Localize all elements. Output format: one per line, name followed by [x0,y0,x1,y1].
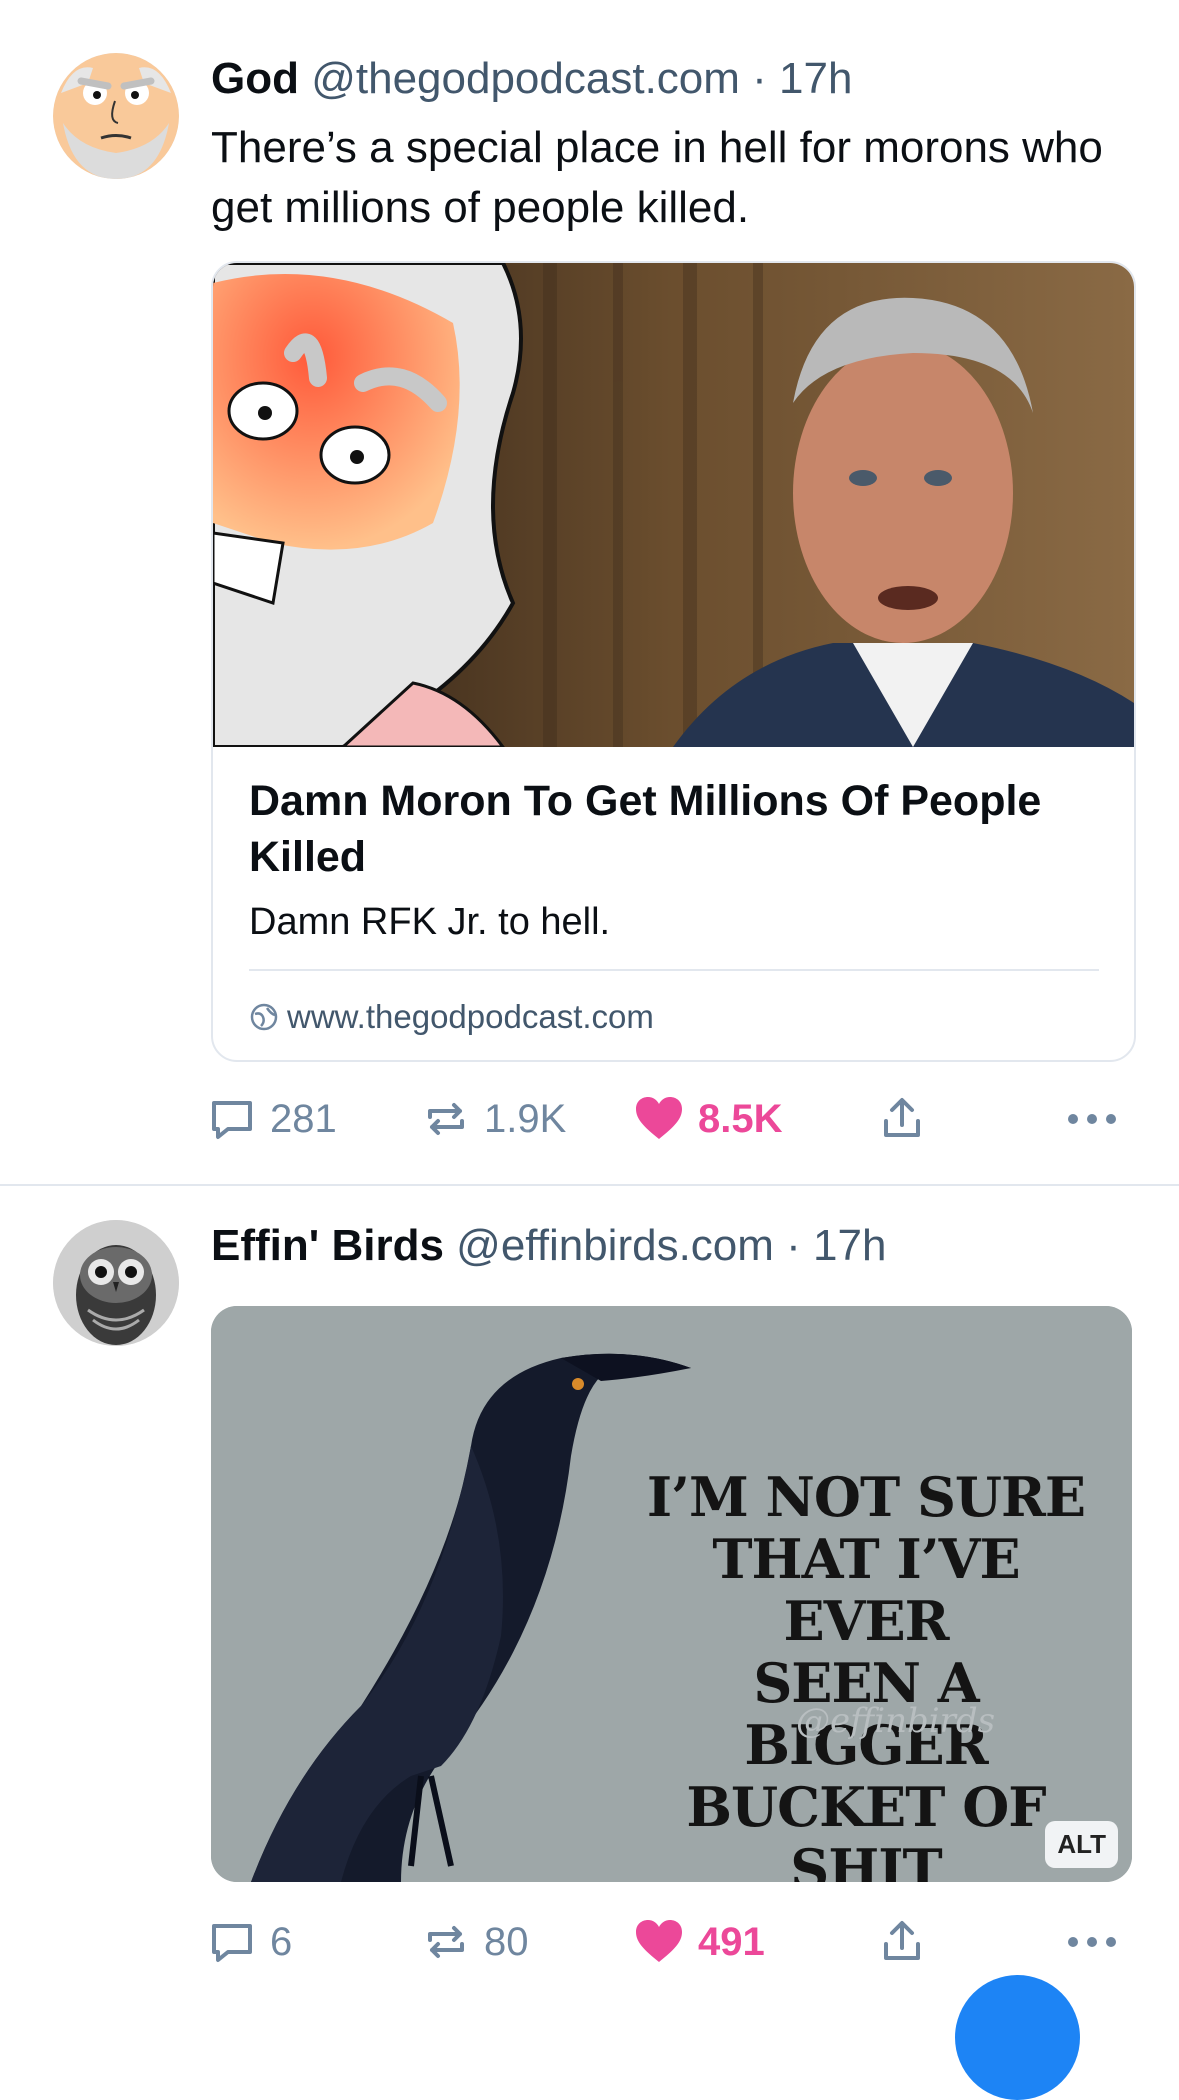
post-text: There’s a special place in hell for moro… [211,123,1103,232]
like-count: 491 [698,1919,765,1964]
reply-count: 281 [270,1096,337,1141]
post-time[interactable]: 17h [779,54,852,103]
post-header: God @thegodpodcast.com · 17h [211,57,852,101]
reply-count: 6 [270,1919,293,1964]
share-button[interactable] [878,1912,926,1972]
reply-button[interactable]: 6 [208,1912,292,1972]
repost-count: 1.9K [484,1096,567,1141]
post-actions: 6 80 491 [208,1912,1128,1972]
repost-button[interactable]: 1.9K [422,1089,566,1149]
like-count: 8.5K [698,1096,783,1141]
reply-icon [212,1101,252,1139]
link-card-image[interactable] [213,263,1134,749]
post-effin-birds[interactable]: Effin' Birds @effinbirds.com · 17h I’M N… [0,1186,1179,1993]
link-card-title: Damn Moron To Get Millions Of People Kil… [249,777,1042,881]
avatar[interactable] [53,1220,179,1346]
reply-button[interactable]: 281 [208,1089,337,1149]
link-card-domain: www.thegodpodcast.com [249,998,654,1036]
caption-line: THAT I’VE EVER [712,1527,1020,1653]
author-name[interactable]: God [211,54,299,103]
heart-filled-icon [636,1920,682,1962]
link-card-description: Damn RFK Jr. to hell. [249,901,611,943]
alt-badge[interactable]: ALT [1045,1821,1118,1868]
repost-icon [428,1926,464,1958]
repost-count: 80 [484,1919,529,1964]
share-icon [884,1098,920,1137]
link-card-divider [249,969,1099,971]
reply-icon [212,1924,252,1962]
more-options-button[interactable] [1066,1089,1118,1149]
globe-icon [250,1003,278,1031]
post-god[interactable]: God @thegodpodcast.com · 17h There’s a s… [0,0,1179,1180]
like-button[interactable]: 491 [634,1912,765,1972]
separator: · [752,54,767,103]
image-watermark: @effinbirds [796,1701,996,1741]
post-actions: 281 1.9K 8.5K [208,1089,1128,1149]
like-button[interactable]: 8.5K [634,1089,783,1149]
link-card-domain-text: www.thegodpodcast.com [287,998,654,1035]
author-handle[interactable]: @thegodpodcast.com [311,54,740,103]
avatar[interactable] [53,53,179,179]
share-button[interactable] [878,1089,926,1149]
angry-cartoon-god-and-man-photo-icon [213,263,1134,749]
more-dots-icon [1068,1114,1116,1124]
more-dots-icon [1068,1937,1116,1947]
author-name[interactable]: Effin' Birds [211,1221,444,1270]
repost-icon [428,1103,464,1135]
author-handle[interactable]: @effinbirds.com [456,1221,774,1270]
caption-line: BUCKET OF SHIT [686,1775,1046,1882]
heart-filled-icon [636,1097,682,1139]
owl-drawing-icon [53,1220,179,1346]
separator: · [786,1221,801,1270]
more-options-button[interactable] [1066,1912,1118,1972]
link-card[interactable]: Damn Moron To Get Millions Of People Kil… [211,261,1136,1062]
image-caption: I’M NOT SURE THAT I’VE EVER SEEN A BIGGE… [646,1466,1086,1882]
post-header: Effin' Birds @effinbirds.com · 17h [211,1224,886,1268]
caption-line: I’M NOT SURE [646,1465,1086,1529]
compose-fab-button[interactable] [955,1975,1080,2100]
cartoon-god-face-icon [53,53,179,179]
repost-button[interactable]: 80 [422,1912,529,1972]
image-embed[interactable]: I’M NOT SURE THAT I’VE EVER SEEN A BIGGE… [211,1306,1132,1882]
share-icon [884,1921,920,1960]
post-time[interactable]: 17h [813,1221,886,1270]
